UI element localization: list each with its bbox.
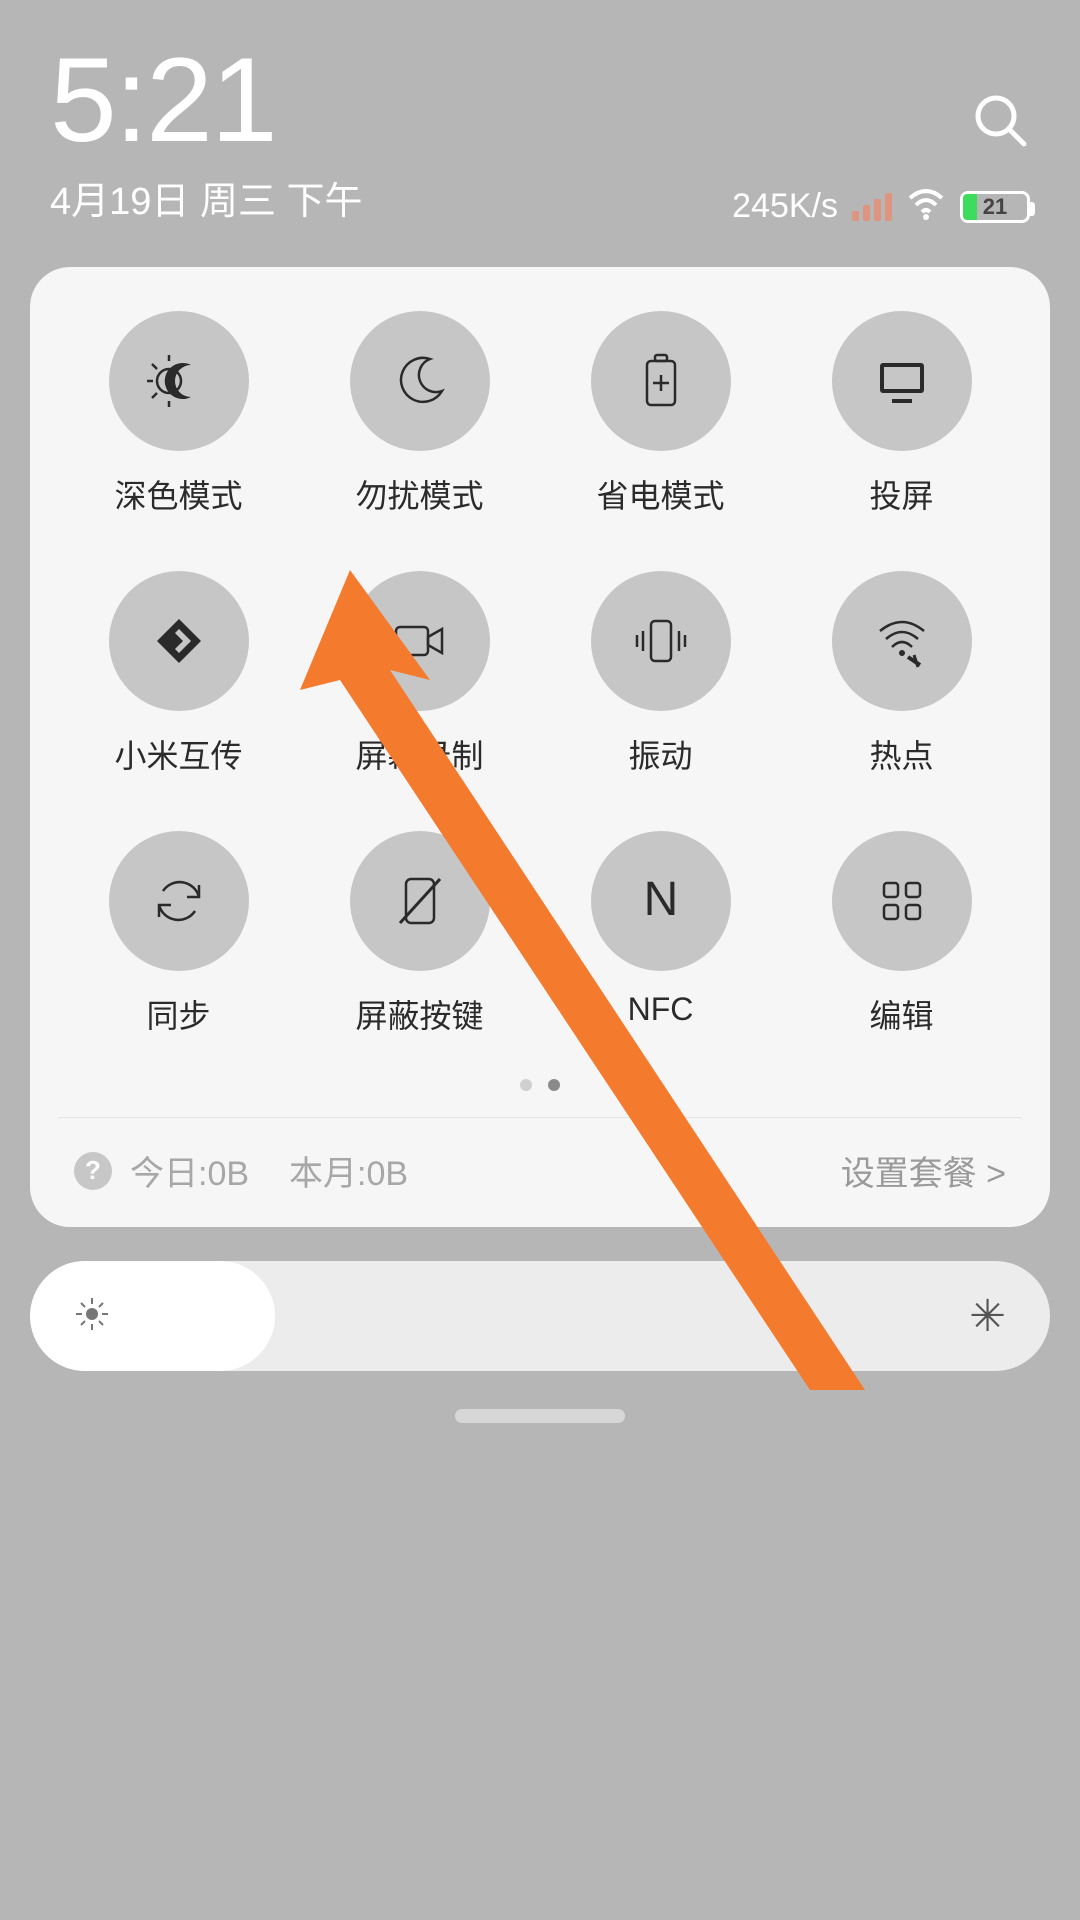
brightness-slider[interactable]: ✳ (30, 1261, 1050, 1371)
toggle-nfc[interactable]: N NFC (540, 831, 781, 1037)
brightness-low-icon (74, 1296, 110, 1337)
moon-icon (388, 349, 452, 413)
page-indicator[interactable] (58, 1079, 1022, 1091)
toggle-label: 屏幕录制 (355, 731, 483, 777)
toggle-block-keys[interactable]: 屏蔽按键 (299, 831, 540, 1037)
svg-text:N: N (643, 873, 678, 926)
toggle-mi-share[interactable]: 小米互传 (58, 571, 299, 777)
toggle-label: 深色模式 (114, 471, 242, 517)
search-icon (970, 90, 1030, 150)
clock-time: 5:21 (50, 40, 1030, 160)
toggle-label: 振动 (628, 731, 692, 777)
edit-grid-icon (870, 869, 934, 933)
cellular-signal-icon (852, 193, 892, 221)
cast-icon (870, 349, 934, 413)
toggle-cast[interactable]: 投屏 (781, 311, 1022, 517)
toggle-label: 同步 (146, 991, 210, 1037)
page-dot-active (548, 1079, 560, 1091)
status-header: 5:21 4月19日 周三 下午 245K/s 21 (0, 0, 1080, 249)
nfc-icon: N (629, 869, 693, 933)
toggle-label: 省电模式 (596, 471, 724, 517)
status-bar: 245K/s 21 (732, 184, 1030, 229)
toggle-label: 屏蔽按键 (355, 991, 483, 1037)
toggle-label: 小米互传 (114, 731, 242, 777)
battery-percent: 21 (963, 194, 1027, 220)
set-plan-link[interactable]: 设置套餐 > (841, 1146, 1006, 1195)
network-speed: 245K/s (732, 187, 838, 226)
page-dot (520, 1079, 532, 1091)
toggle-sync[interactable]: 同步 (58, 831, 299, 1037)
search-button[interactable] (970, 90, 1030, 155)
quick-settings-panel: 深色模式 勿扰模式 省电模式 投屏 小米互传 屏幕录制 振动 热 (30, 267, 1050, 1227)
battery-icon: 21 (960, 191, 1030, 223)
data-usage-row[interactable]: ? 今日:0B 本月:0B 设置套餐 > (58, 1117, 1022, 1227)
toggle-dnd[interactable]: 勿扰模式 (299, 311, 540, 517)
video-record-icon (388, 609, 452, 673)
hotspot-icon (870, 609, 934, 673)
dark-mode-icon (147, 349, 211, 413)
help-icon[interactable]: ? (74, 1152, 112, 1190)
toggle-label: NFC (628, 991, 694, 1028)
toggle-label: 投屏 (869, 471, 933, 517)
toggle-grid: 深色模式 勿扰模式 省电模式 投屏 小米互传 屏幕录制 振动 热 (58, 311, 1022, 1037)
mi-share-icon (147, 609, 211, 673)
brightness-high-icon: ✳ (969, 1291, 1006, 1342)
toggle-label: 编辑 (869, 991, 933, 1037)
data-usage-today: 今日:0B (130, 1146, 249, 1195)
toggle-battery-saver[interactable]: 省电模式 (540, 311, 781, 517)
battery-plus-icon (629, 349, 693, 413)
data-usage-month: 本月:0B (289, 1146, 408, 1195)
wifi-icon (906, 184, 946, 229)
brightness-fill (30, 1261, 275, 1371)
toggle-dark-mode[interactable]: 深色模式 (58, 311, 299, 517)
toggle-label: 勿扰模式 (355, 471, 483, 517)
toggle-edit[interactable]: 编辑 (781, 831, 1022, 1037)
panel-drag-handle[interactable] (455, 1409, 625, 1423)
toggle-label: 热点 (869, 731, 933, 777)
toggle-vibrate[interactable]: 振动 (540, 571, 781, 777)
block-keys-icon (388, 869, 452, 933)
vibrate-icon (629, 609, 693, 673)
sync-icon (147, 869, 211, 933)
toggle-hotspot[interactable]: 热点 (781, 571, 1022, 777)
toggle-screen-record[interactable]: 屏幕录制 (299, 571, 540, 777)
